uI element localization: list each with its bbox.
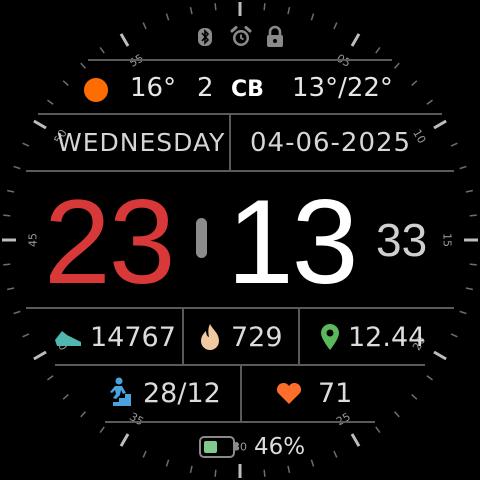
bezel-minor-tick <box>189 465 193 473</box>
air-quality: CB <box>231 77 264 102</box>
bezel-minor-tick <box>394 411 400 418</box>
lock-icon <box>267 25 283 47</box>
bezel-major-tick <box>119 33 130 47</box>
bezel-minor-tick <box>333 450 338 458</box>
time-hours: 23 <box>44 175 175 309</box>
bezel-minor-tick <box>7 287 15 291</box>
stairs-icon <box>110 377 131 406</box>
battery-icon <box>199 436 235 458</box>
bezel-minor-tick <box>142 22 147 30</box>
uv-index: 2 <box>197 73 214 103</box>
time-bottom-divider <box>26 307 454 309</box>
bezel-minor-tick <box>7 189 15 193</box>
bezel-minor-tick <box>3 263 11 266</box>
bezel-minor-tick <box>189 7 193 15</box>
steps-count: 14767 <box>90 322 176 353</box>
bezel-minor-tick <box>469 263 477 266</box>
date-bottom-divider <box>26 170 454 172</box>
weather-bottom-divider <box>38 113 442 115</box>
bezel-minor-tick <box>47 375 54 381</box>
bezel-minor-tick <box>263 469 266 477</box>
bezel-minor-tick <box>13 165 21 170</box>
bezel-minor-tick <box>214 469 217 477</box>
calories-count: 729 <box>231 322 283 353</box>
bezel-minor-tick <box>450 333 458 338</box>
bezel-major-tick <box>433 350 447 361</box>
location-pin-icon <box>321 324 339 350</box>
bezel-minor-tick <box>375 47 381 54</box>
bluetooth-icon <box>198 28 212 46</box>
bezel-minor-tick <box>3 214 11 217</box>
bezel-minor-tick <box>263 3 266 11</box>
bezel-minor-tick <box>13 310 21 315</box>
bezel-minor-tick <box>310 13 315 21</box>
floors-count: 28/12 <box>143 378 221 409</box>
bezel-minor-tick <box>465 287 473 291</box>
bezel-minor-tick <box>80 411 86 418</box>
bezel-major-tick <box>350 33 361 47</box>
flame-icon <box>201 324 219 350</box>
bezel-label-35: 35 <box>127 410 146 428</box>
bezel-major-tick <box>33 350 47 361</box>
bezel-major-tick <box>433 119 447 130</box>
full-date: 04-06-2025 <box>250 128 412 158</box>
stats-divider-1 <box>182 308 184 365</box>
bezel-label-10: 10 <box>410 127 428 146</box>
bezel-minor-tick <box>469 214 477 217</box>
bezel-minor-tick <box>426 99 433 105</box>
time-seconds: 33 <box>376 214 428 266</box>
alarm-icon <box>230 26 252 46</box>
bezel-minor-tick <box>142 450 147 458</box>
bezel-minor-tick <box>450 142 458 147</box>
bezel-minor-tick <box>165 13 170 21</box>
bezel-label-45: 45 <box>27 233 40 247</box>
heart-icon <box>276 383 302 404</box>
bezel-minor-tick <box>411 80 418 86</box>
bezel-minor-tick <box>214 3 217 11</box>
heart-rate: 71 <box>318 378 353 409</box>
time-minutes: 13 <box>227 175 358 309</box>
bezel-minor-tick <box>47 99 54 105</box>
bezel-minor-tick <box>62 80 69 86</box>
battery-level-fill <box>204 441 217 453</box>
weather-top-divider <box>88 59 392 61</box>
bezel-minor-tick <box>465 189 473 193</box>
steps-icon <box>55 331 81 346</box>
bezel-label-15: 15 <box>441 233 454 247</box>
weekday: WEDNESDAY <box>57 128 226 157</box>
bezel-minor-tick <box>333 22 338 30</box>
bezel-minor-tick <box>394 62 400 69</box>
stats-divider-3 <box>240 365 242 421</box>
bezel-minor-tick <box>459 310 467 315</box>
distance-value: 12.44 <box>348 322 426 353</box>
bezel-minor-tick <box>80 62 86 69</box>
bezel-minor-tick <box>426 375 433 381</box>
watch-face: 0510152025303540455055 16° 2 CB 13°/22° … <box>0 0 480 480</box>
temperature-min-max: 13°/22° <box>292 73 393 103</box>
temperature: 16° <box>130 73 177 103</box>
stats-bottom-divider <box>105 421 375 423</box>
battery-tip <box>235 442 238 450</box>
stats-divider-2 <box>298 308 300 365</box>
bezel-minor-tick <box>22 142 30 147</box>
bezel-minor-tick <box>62 394 69 400</box>
date-divider <box>229 114 231 170</box>
time-separator <box>196 218 207 258</box>
battery-percent: 46% <box>254 434 306 460</box>
bezel-label-25: 25 <box>334 410 353 428</box>
bezel-major-tick <box>33 119 47 130</box>
bezel-minor-tick <box>310 459 315 467</box>
bezel-minor-tick <box>165 459 170 467</box>
bezel-minor-tick <box>411 394 418 400</box>
bezel-minor-tick <box>459 165 467 170</box>
bezel-minor-tick <box>99 47 105 54</box>
sun-icon <box>84 78 108 102</box>
bezel-minor-tick <box>287 465 291 473</box>
bezel-major-tick <box>350 433 361 447</box>
bezel-minor-tick <box>99 426 105 433</box>
bezel-minor-tick <box>375 426 381 433</box>
bezel-minor-tick <box>287 7 291 15</box>
bezel-major-tick <box>119 433 130 447</box>
bezel-minor-tick <box>22 333 30 338</box>
